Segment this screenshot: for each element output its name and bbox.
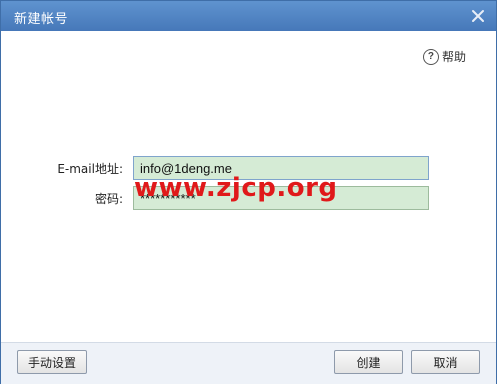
close-button[interactable] [468,6,488,26]
manual-setup-button[interactable]: 手动设置 [17,350,87,374]
help-label: 帮助 [441,50,466,64]
email-field[interactable] [133,156,429,180]
close-icon [472,10,484,22]
password-field[interactable] [133,186,429,210]
cancel-button[interactable]: 取消 [411,350,480,374]
create-button[interactable]: 创建 [334,350,403,374]
title-bar: 新建帐号 [1,1,496,31]
question-circle-icon: ? [422,48,439,65]
dialog-title: 新建帐号 [14,12,69,27]
email-label: E-mail地址: [57,162,123,176]
help-link[interactable]: ? 帮助 [422,48,466,65]
password-label: 密码: [94,192,123,206]
new-account-dialog: 新建帐号 ? 帮助 E-mail地址: 密码: www.zjcp.org 手动设… [0,0,497,384]
